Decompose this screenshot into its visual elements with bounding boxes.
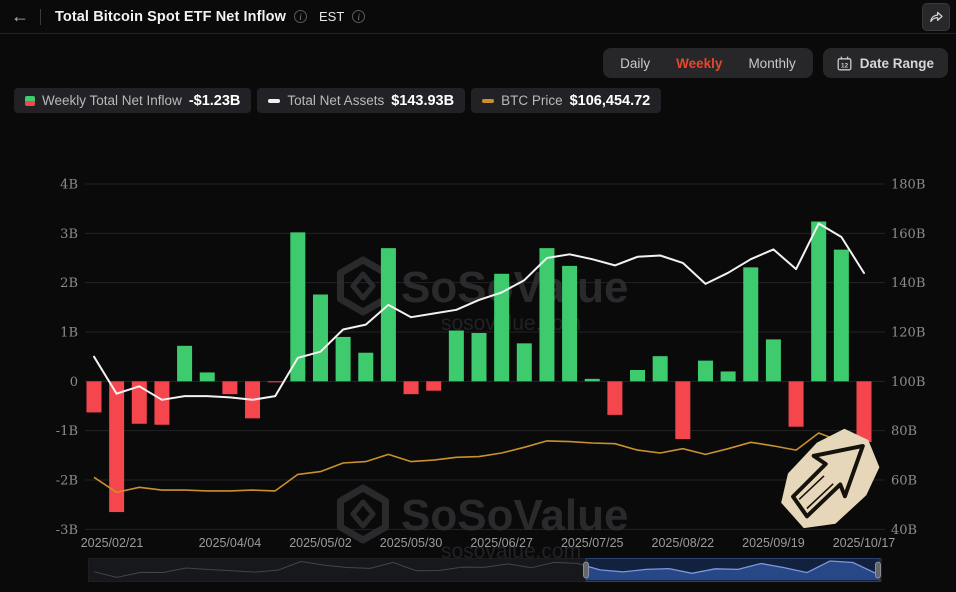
brush-handle-left[interactable] [584,562,589,578]
share-icon [928,9,944,25]
btc-line-icon [482,99,494,103]
legend-value: $106,454.72 [570,93,651,109]
inflow-bar[interactable] [313,295,328,382]
legend-item-btc-price[interactable]: BTC Price $106,454.72 [471,88,661,113]
inflow-bar[interactable] [653,356,668,381]
calendar-icon: 12 [837,56,852,71]
inflow-bar[interactable] [856,381,871,442]
timezone-label: EST [319,9,344,24]
hand-drawn-arrow-annotation [766,416,896,541]
brush-handle-right[interactable] [876,562,881,578]
x-axis-tick: 2025/09/19 [742,536,805,550]
btc-price-line[interactable] [94,433,864,492]
etf-dashboard: ← Total Bitcoin Spot ETF Net Inflow i ES… [0,0,956,592]
inflow-bar[interactable] [834,250,849,382]
legend-label: Weekly Total Net Inflow [42,93,182,108]
inflow-bar[interactable] [585,379,600,381]
timezone-info-icon[interactable]: i [352,10,365,23]
date-range-label: Date Range [860,56,934,71]
left-axis-tick: 4B [60,178,78,193]
x-axis-tick: 2025/07/25 [561,536,624,550]
right-axis-tick: 60B [891,473,917,488]
x-axis-tick: 2025/02/21 [81,536,144,550]
left-axis-tick: 1B [60,325,78,340]
time-range-brush[interactable] [88,558,882,582]
title-info-icon[interactable]: i [294,10,307,23]
svg-text:SoSoValue: SoSoValue [401,491,628,540]
x-axis-tick: 2025/05/02 [289,536,352,550]
toolbar: Daily Weekly Monthly 12 Date Range [603,48,948,78]
legend-value: -$1.23B [189,93,241,109]
left-axis-tick: -1B [56,424,78,439]
inflow-bar[interactable] [449,331,464,382]
sosovalue-watermark: SoSoValuesosovalue.com [341,488,629,562]
svg-text:12: 12 [841,62,849,69]
inflow-bar[interactable] [268,381,283,382]
page-title: Total Bitcoin Spot ETF Net Inflow [55,9,286,25]
inflow-bar[interactable] [698,361,713,382]
etf-net-inflow-chart[interactable]: SoSoValuesosovalue.comSoSoValuesosovalue… [0,150,956,562]
inflow-bar[interactable] [539,248,554,381]
inflow-bar[interactable] [675,381,690,439]
inflow-legend-icon [25,96,35,106]
back-button[interactable]: ← [0,6,40,27]
inflow-bar[interactable] [336,337,351,381]
period-tabs: Daily Weekly Monthly [603,48,813,78]
inflow-bar[interactable] [177,346,192,382]
inflow-bar[interactable] [87,381,102,412]
right-axis-tick: 180B [891,178,925,193]
inflow-bar[interactable] [721,371,736,381]
inflow-bar[interactable] [381,248,396,381]
inflow-bar[interactable] [200,372,215,381]
date-range-button[interactable]: 12 Date Range [823,48,948,78]
left-axis-tick: -3B [56,523,78,538]
inflow-bar[interactable] [789,381,804,426]
legend-value: $143.93B [391,93,454,109]
tab-monthly[interactable]: Monthly [735,51,808,76]
right-axis-tick: 160B [891,227,925,242]
left-axis-tick: 2B [60,276,78,291]
left-axis-tick: 3B [60,227,78,242]
right-axis-tick: 80B [891,424,917,439]
legend-label: BTC Price [501,93,563,108]
legend-item-net-inflow[interactable]: Weekly Total Net Inflow -$1.23B [14,88,251,113]
inflow-bar[interactable] [743,267,758,381]
svg-text:SoSoValue: SoSoValue [401,263,628,312]
tab-weekly[interactable]: Weekly [663,51,735,76]
x-axis-tick: 2025/10/17 [833,536,896,550]
right-axis-tick: 140B [891,276,925,291]
share-button[interactable] [922,3,950,31]
inflow-bar[interactable] [426,381,441,390]
header: ← Total Bitcoin Spot ETF Net Inflow i ES… [0,0,956,34]
brush-mini-chart [88,558,882,582]
inflow-bar[interactable] [222,381,237,394]
assets-line-icon [268,99,280,103]
inflow-bar[interactable] [404,381,419,394]
inflow-bar[interactable] [471,333,486,381]
header-divider [40,9,41,25]
right-axis-tick: 120B [891,325,925,340]
x-axis-tick: 2025/05/30 [380,536,443,550]
right-axis-tick: 100B [891,375,925,390]
inflow-bar[interactable] [562,266,577,381]
legend-label: Total Net Assets [287,93,384,108]
inflow-bar[interactable] [358,353,373,382]
inflow-bar[interactable] [766,339,781,381]
x-axis-tick: 2025/04/04 [199,536,262,550]
inflow-bar[interactable] [811,221,826,381]
tab-daily[interactable]: Daily [607,51,663,76]
inflow-bar[interactable] [607,381,622,415]
left-axis-tick: 0 [70,375,78,390]
x-axis-tick: 2025/08/22 [652,536,715,550]
inflow-bar[interactable] [517,343,532,381]
x-axis-tick: 2025/06/27 [470,536,533,550]
left-axis-tick: -2B [56,473,78,488]
inflow-bar[interactable] [630,370,645,381]
inflow-bar[interactable] [154,381,169,424]
legend: Weekly Total Net Inflow -$1.23B Total Ne… [14,88,661,113]
legend-item-net-assets[interactable]: Total Net Assets $143.93B [257,88,465,113]
